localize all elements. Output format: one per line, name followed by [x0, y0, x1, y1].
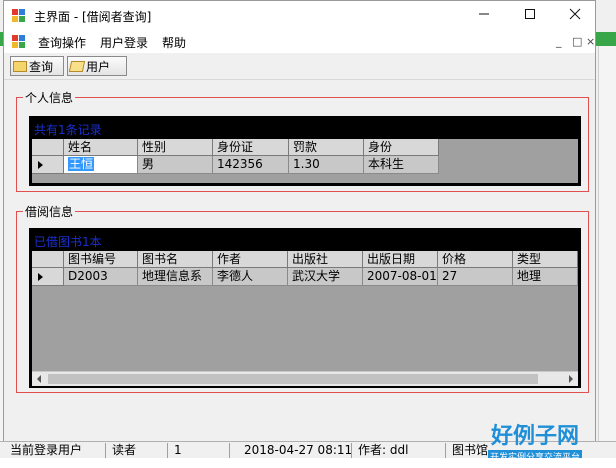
watermark-logo: 好例子网 开发实例分享交流平台: [488, 418, 583, 463]
table-cell-identity[interactable]: 本科生: [364, 156, 439, 174]
col-header-category[interactable]: 类型: [513, 251, 578, 268]
borrow-grid-area: 图书编号 图书名 作者 出版社 出版日期 价格 类型 D2003 地理信息系 李…: [32, 251, 578, 371]
row-indicator[interactable]: [32, 156, 64, 174]
scroll-left-button[interactable]: [32, 372, 46, 386]
mdi-restore-button[interactable]: □: [572, 35, 582, 48]
status-login-label: 当前登录用户: [6, 443, 106, 458]
col-header-identity[interactable]: 身份: [364, 139, 439, 156]
app-icon: [12, 9, 26, 23]
status-author: 作者: ddl: [354, 443, 446, 458]
header-corner: [32, 251, 64, 268]
horizontal-scrollbar[interactable]: [32, 371, 578, 386]
table-cell-name[interactable]: 王恒: [64, 156, 138, 174]
menu-query-ops[interactable]: 查询操作: [38, 34, 86, 51]
borrow-info-legend: 借阅信息: [23, 203, 76, 220]
scroll-thumb[interactable]: [48, 374, 538, 384]
close-icon: [569, 8, 581, 20]
maximize-icon: [525, 9, 535, 19]
mdi-close-button[interactable]: ×: [586, 35, 595, 48]
window-title: 主界面 - [借阅者查询]: [34, 10, 152, 24]
status-datetime: 2018-04-27 08:11:13: [240, 443, 352, 458]
col-header-price[interactable]: 价格: [438, 251, 513, 268]
personal-info-grid[interactable]: 共有1条记录 姓名 性别 身份证 罚款 身份 王恒 男 142356 1.30: [29, 116, 581, 186]
current-row-arrow-icon: [38, 273, 43, 281]
watermark-brand: 好例子网: [491, 423, 580, 448]
personal-grid-area: 姓名 性别 身份证 罚款 身份 王恒 男 142356 1.30 本科生: [32, 139, 578, 183]
maximize-button[interactable]: [507, 1, 553, 31]
menu-help[interactable]: 帮助: [162, 34, 186, 51]
table-cell-book-id[interactable]: D2003: [64, 268, 138, 286]
col-header-publisher[interactable]: 出版社: [288, 251, 363, 268]
chevron-right-icon: [569, 375, 573, 383]
table-cell-fine[interactable]: 1.30: [289, 156, 364, 174]
table-cell-book-name[interactable]: 地理信息系: [138, 268, 213, 286]
col-header-publish-date[interactable]: 出版日期: [363, 251, 438, 268]
col-header-author[interactable]: 作者: [213, 251, 288, 268]
table-cell-price[interactable]: 27: [438, 268, 513, 286]
personal-record-count: 共有1条记录: [34, 123, 102, 137]
scroll-right-button[interactable]: [564, 372, 578, 386]
col-header-book-name[interactable]: 图书名: [138, 251, 213, 268]
chevron-left-icon: [37, 375, 41, 383]
col-header-gender[interactable]: 性别: [138, 139, 213, 156]
background-footer: [0, 458, 616, 468]
borrow-info-group: 借阅信息 已借图书1本 图书编号 图书名 作者 出版社 出版日期 价格 类型 D…: [16, 203, 589, 393]
table-cell-author[interactable]: 李德人: [213, 268, 288, 286]
row-indicator[interactable]: [32, 268, 64, 286]
table-cell-gender[interactable]: 男: [138, 156, 213, 174]
status-role: 读者: [108, 443, 168, 458]
table-cell-publish-date[interactable]: 2007-08-01: [363, 268, 438, 286]
col-header-name[interactable]: 姓名: [64, 139, 138, 156]
mdi-child-icon[interactable]: [12, 35, 26, 49]
desktop-background-right: [598, 46, 616, 446]
query-button-label: 查询: [29, 59, 54, 74]
minimize-button[interactable]: [461, 1, 507, 31]
mdi-minimize-button[interactable]: _: [556, 35, 562, 48]
col-header-id-card[interactable]: 身份证: [213, 139, 289, 156]
personal-info-group: 个人信息 共有1条记录 姓名 性别 身份证 罚款 身份 王恒 男 142356: [16, 89, 589, 192]
borrow-info-grid[interactable]: 已借图书1本 图书编号 图书名 作者 出版社 出版日期 价格 类型 D2003 …: [29, 228, 581, 388]
current-row-arrow-icon: [38, 161, 43, 169]
menu-user-login[interactable]: 用户登录: [100, 34, 148, 51]
toolbar: 查询 用户: [4, 53, 595, 80]
folder-icon: [13, 60, 27, 72]
table-cell-category[interactable]: 地理: [513, 268, 578, 286]
user-button-label: 用户: [86, 59, 111, 74]
menu-bar: 查询操作 用户登录 帮助 _ □ ×: [4, 31, 595, 53]
main-window: 主界面 - [借阅者查询] 查询操作 用户登录 帮助 _ □ × 查询 用户 个…: [3, 0, 596, 443]
personal-info-legend: 个人信息: [23, 89, 76, 106]
borrowed-book-count: 已借图书1本: [34, 235, 102, 249]
table-cell-id-card[interactable]: 142356: [213, 156, 289, 174]
col-header-book-id[interactable]: 图书编号: [64, 251, 138, 268]
status-count: 1: [170, 443, 230, 458]
query-button[interactable]: 查询: [10, 56, 64, 76]
minimize-icon: [479, 13, 489, 15]
close-button[interactable]: [552, 1, 598, 31]
user-card-icon: [68, 60, 86, 72]
col-header-fine[interactable]: 罚款: [289, 139, 364, 156]
user-button[interactable]: 用户: [67, 56, 127, 76]
table-cell-publisher[interactable]: 武汉大学: [288, 268, 363, 286]
title-bar[interactable]: 主界面 - [借阅者查询]: [4, 1, 595, 31]
header-corner: [32, 139, 64, 156]
